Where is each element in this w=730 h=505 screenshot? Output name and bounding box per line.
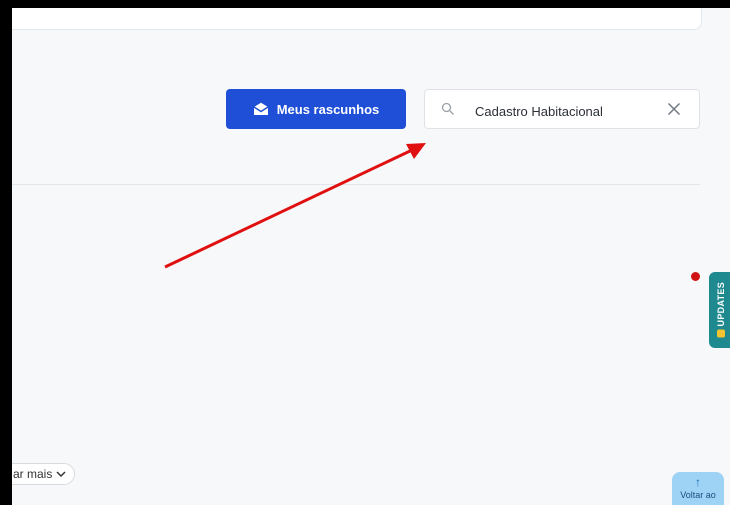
back-to-top-label: Voltar ao [680,490,716,500]
screenshot-frame-top [0,0,730,8]
back-to-top-button[interactable]: ↑ Voltar ao [672,472,724,505]
page-content: Meus rascunhos UPDATES ar mais ↑ Voltar … [12,8,730,505]
show-more-button[interactable]: ar mais [12,463,76,485]
notification-dot [691,272,700,281]
chevron-down-icon [56,470,66,477]
updates-tab[interactable]: UPDATES [709,272,730,348]
arrow-up-icon: ↑ [695,475,701,489]
updates-label: UPDATES [716,282,726,327]
annotation-arrow [164,143,426,269]
screenshot-frame-left [0,0,12,505]
show-more-label: ar mais [13,467,53,481]
bell-icon [717,329,725,338]
